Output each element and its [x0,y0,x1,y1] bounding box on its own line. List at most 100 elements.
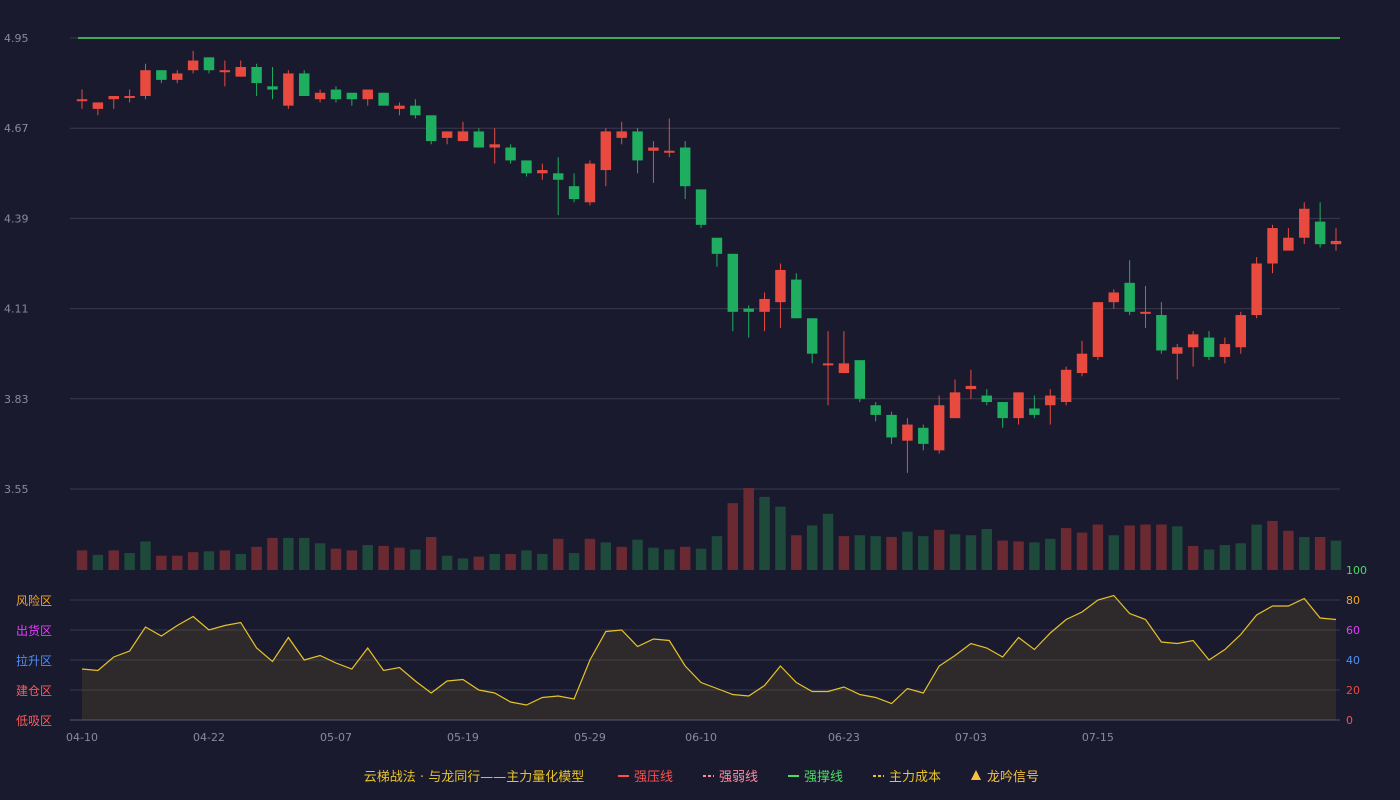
candle-body [1013,392,1024,419]
candle-body [1060,369,1072,403]
candle [1060,366,1072,406]
volume-bar [1330,540,1342,570]
volume-bar [664,549,675,570]
candle-body [1187,334,1199,348]
candle-body [172,73,183,80]
volume-bar [235,553,246,570]
candle-body [1156,315,1167,351]
candle-body [1092,302,1104,357]
volume-bar [537,553,548,570]
candle-body [267,86,278,90]
candle-body [997,402,1008,419]
volume-bar [870,536,881,570]
x-tick-label: 06-23 [828,731,860,744]
x-tick-label: 05-29 [574,731,606,744]
candle-body [283,73,294,106]
candle-body [203,57,215,71]
volume-bar [981,529,993,570]
candle-body [124,95,135,98]
candle-body [854,360,866,399]
price-tick-label: 4.39 [4,212,29,225]
volume-bar [330,548,342,570]
candle-body [664,150,675,153]
volume-bar [933,529,945,570]
candle-body [473,131,485,148]
volume-bar [425,537,437,570]
candle-body [378,92,389,106]
volume-bar [124,553,135,570]
volume-bar [1060,528,1072,570]
volume-bar [156,555,167,570]
candle-body [1267,228,1278,264]
volume-bar [298,537,310,570]
candle-body [108,95,119,100]
volume-bar [1187,545,1199,570]
volume-bar [410,549,421,570]
x-tick-label: 05-19 [447,731,479,744]
x-tick-label: 06-10 [685,731,717,744]
volume-bar [1156,524,1167,570]
volume-bar [838,536,850,570]
candle-body [298,73,310,96]
x-tick-label: 07-03 [955,731,987,744]
candle-body [822,363,834,366]
volume-bar [283,537,294,570]
volume-bar [1029,542,1040,570]
candle-body [552,173,564,180]
volume-bar [949,534,961,570]
indicator-zone-label: 建仓区 [16,684,52,698]
volume-bar [1076,532,1088,570]
candle-body [489,144,500,148]
candle-body [918,427,929,444]
candle-body [600,131,612,171]
candle-body [870,405,881,415]
candle-body [584,163,596,203]
indicator-zone-label: 出货区 [16,623,52,638]
x-tick-label: 04-10 [66,731,98,744]
volume-bar [346,550,358,570]
candle-body [537,170,548,174]
indicator-tick-label: 0 [1346,714,1353,727]
candle-body [949,392,961,419]
volume-bar [219,550,231,570]
candle-body [505,147,516,161]
indicator-zone-label: 拉升区 [16,653,52,668]
volume-bar [1267,520,1278,570]
legend-item-label: 强弱线 [719,770,758,785]
legend-item-label: 强撑线 [804,770,843,785]
candle-body [521,160,532,174]
volume-bar [108,550,119,570]
legend-item-label: 龙吟信号 [987,769,1039,785]
candle-body [727,253,739,312]
volume-bar [140,541,151,570]
candle-body [187,60,199,71]
volume-bar [1203,549,1215,570]
candle-body [791,279,802,319]
volume-bar [76,550,88,570]
volume-bar [568,553,580,570]
volume-bar [441,555,453,570]
x-tick-label: 05-07 [320,731,352,744]
candle-body [648,147,659,151]
candle-body [425,115,437,142]
candle-body [1076,353,1088,374]
volume-bar [1251,524,1262,570]
volume-bar [902,531,913,570]
volume-bar [505,553,516,570]
volume-bar [584,538,596,570]
volume-bar [378,545,389,570]
candle-body [1283,237,1294,251]
volume-bar [267,537,278,570]
volume-bar [997,540,1008,570]
x-tick-label: 07-15 [1082,731,1114,744]
candle-body [886,414,897,438]
indicator-tick-label: 60 [1346,624,1360,637]
candle-body [1140,311,1151,314]
volume-bar [1140,524,1151,570]
candle-body [346,92,358,100]
candle-body [1045,395,1056,406]
candle-body [933,405,945,451]
candle-body [1314,221,1326,245]
candle-body [902,424,913,441]
volume-bar [314,543,326,570]
